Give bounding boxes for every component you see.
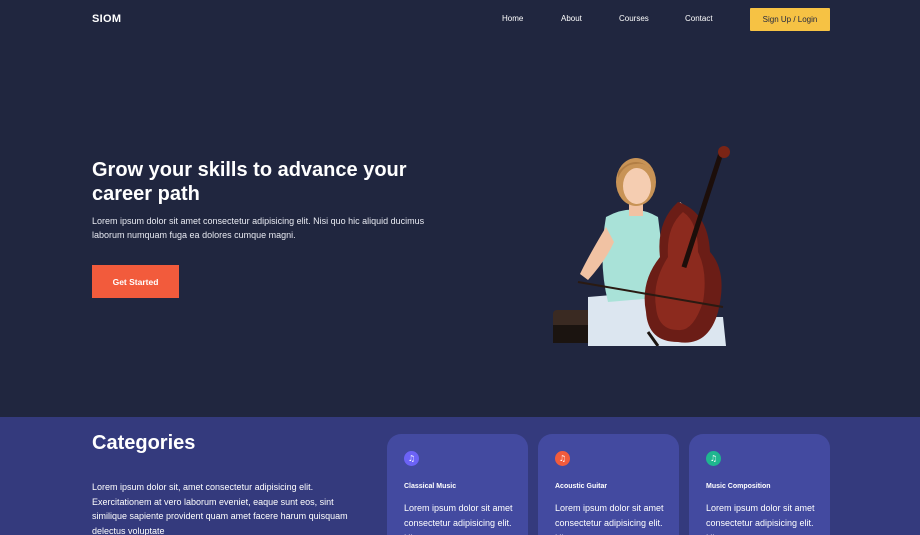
nav-courses-link[interactable]: Courses [619, 14, 649, 23]
card-text: Lorem ipsum dolor sit amet consectetur a… [404, 503, 513, 535]
card-title: Classical Music [404, 483, 457, 490]
signup-login-button[interactable]: Sign Up / Login [750, 8, 830, 31]
nav-home-link[interactable]: Home [502, 14, 523, 23]
music-note-icon: ♫ [555, 451, 570, 466]
music-note-icon: ♫ [404, 451, 419, 466]
category-card-acoustic-guitar[interactable]: ♫ Acoustic Guitar Lorem ipsum dolor sit … [538, 434, 679, 535]
card-text: Lorem ipsum dolor sit amet consectetur a… [555, 503, 664, 535]
nav-contact-link[interactable]: Contact [685, 14, 713, 23]
category-card-music-composition[interactable]: ♫ Music Composition Lorem ipsum dolor si… [689, 434, 830, 535]
hero-image-girl-cello [548, 142, 748, 347]
hero-description: Lorem ipsum dolor sit amet consectetur a… [92, 216, 425, 240]
category-card-classical-music[interactable]: ♫ Classical Music Lorem ipsum dolor sit … [387, 434, 528, 535]
categories-title: Categories [92, 432, 196, 454]
hero-title: Grow your skills to advance your career … [92, 159, 407, 205]
music-note-icon: ♫ [706, 451, 721, 466]
navbar: SIOM Home About Courses Contact Sign Up … [0, 0, 920, 38]
card-title: Acoustic Guitar [555, 483, 608, 490]
logo[interactable]: SIOM [92, 13, 121, 25]
nav-about-link[interactable]: About [561, 14, 582, 23]
cello-illustration [553, 146, 730, 347]
categories-description: Lorem ipsum dolor sit, amet consectetur … [92, 482, 348, 535]
card-text: Lorem ipsum dolor sit amet consectetur a… [706, 503, 815, 535]
card-title: Music Composition [706, 483, 771, 490]
get-started-button[interactable]: Get Started [92, 265, 179, 298]
